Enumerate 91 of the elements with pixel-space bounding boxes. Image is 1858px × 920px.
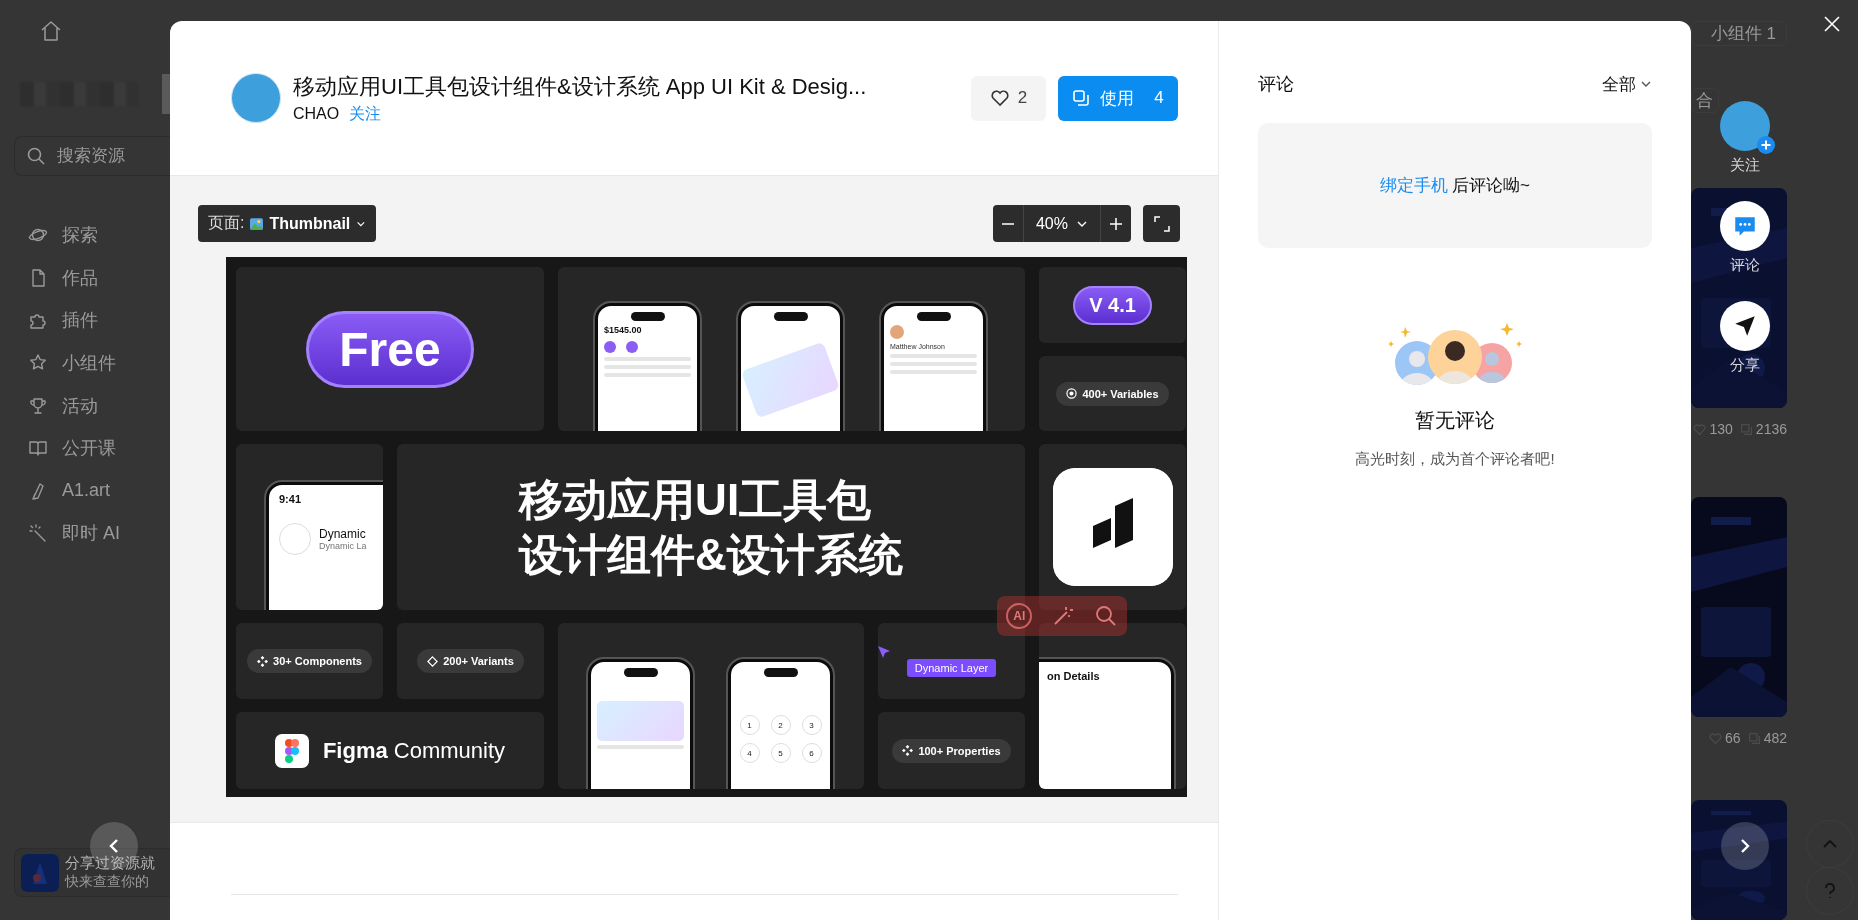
empty-hint: 高光时刻，成为首个评论者吧! [1355, 450, 1555, 469]
filter-dropdown[interactable]: 全部 [1602, 72, 1652, 96]
feature-pill: 100+ Properties [892, 738, 1011, 763]
profile-avatar [890, 325, 904, 339]
phone-notch [773, 312, 808, 321]
figma-logo-icon [274, 733, 309, 768]
cursor-icon [878, 645, 891, 659]
heart-icon [989, 88, 1010, 108]
brand-text: Figma Community [322, 737, 506, 764]
keypad-key: 1 [739, 715, 760, 735]
phone-notch [916, 312, 951, 321]
balance-text: $1545.00 [604, 325, 643, 335]
next-button[interactable] [1721, 822, 1769, 870]
close-icon[interactable] [1822, 14, 1842, 34]
free-badge: Free [306, 310, 474, 388]
item-subtitle: Dynamic La [319, 541, 367, 551]
search-icon [26, 146, 46, 166]
phone-notch [763, 668, 798, 677]
sidebar-item[interactable]: 活动 [14, 384, 170, 427]
like-count: 130 [1709, 421, 1733, 437]
layer-tag: Dynamic Layer [906, 659, 997, 677]
sidebar-item[interactable]: 即时 AI [14, 512, 170, 555]
copy-count: 482 [1763, 730, 1787, 746]
keypad-key: 6 [801, 743, 822, 763]
promo-icon [21, 853, 59, 892]
search-icon[interactable] [1093, 604, 1118, 628]
sidebar-item[interactable]: 插件 [14, 299, 170, 342]
action-dot [604, 341, 616, 353]
keypad-key: 5 [770, 743, 791, 763]
feature-pill: 400+ Variables [1056, 381, 1169, 406]
like-count: 66 [1725, 730, 1741, 746]
user-avatar[interactable] [1720, 101, 1770, 151]
use-button[interactable]: 使用 4 [1058, 75, 1178, 121]
phone-notch [630, 312, 665, 321]
wand-icon [28, 523, 48, 544]
action-label: 评论 [1730, 256, 1760, 275]
bind-phone-link[interactable]: 绑定手机 [1380, 174, 1449, 197]
trophy-icon [28, 395, 48, 416]
sidebar-item[interactable]: 小组件 [14, 341, 170, 385]
search-field[interactable]: 搜索资源 [14, 136, 170, 176]
sidebar-item[interactable]: A1.art [14, 469, 170, 513]
keypad-key: 4 [739, 743, 760, 763]
comments-title: 评论 [1258, 73, 1294, 96]
sidebar-item[interactable]: 公开课 [14, 426, 170, 470]
image-icon [250, 216, 264, 231]
widget-filter-button[interactable]: 小组件 1 [1691, 21, 1787, 46]
action-label: 分享 [1730, 356, 1760, 375]
status-time: 9:41 [279, 493, 303, 505]
book-icon [28, 438, 48, 459]
like-button[interactable]: 2 [971, 75, 1046, 121]
target-icon [1066, 388, 1078, 399]
component-icon [257, 655, 269, 667]
promo-title: 分享过资源就 [65, 854, 155, 873]
action-dot [626, 341, 638, 353]
author-name[interactable]: CHAO [293, 105, 340, 123]
feature-pill: 30+ Components [247, 649, 372, 673]
keypad-key: 2 [770, 715, 791, 735]
diamond-icon [427, 655, 439, 667]
sidebar-item[interactable]: 作品 [14, 256, 170, 300]
logo-block [162, 74, 170, 114]
fullscreen-button[interactable] [1143, 205, 1180, 242]
action-label: 关注 [1730, 156, 1760, 175]
copy-count: 2136 [1755, 421, 1787, 437]
sidebar-item[interactable]: 探索 [14, 214, 170, 257]
resource-title: 移动应用UI工具包设计组件&设计系统 App UI Kit & Desig... [293, 72, 868, 101]
plus-icon [1757, 136, 1775, 154]
author-avatar[interactable] [231, 73, 281, 123]
copy-icon [1739, 422, 1753, 436]
copy-icon [1072, 89, 1091, 107]
detail-title: on Details [1047, 670, 1101, 682]
phone-notch [623, 668, 658, 677]
item-title: Dynamic [319, 527, 367, 541]
keypad-key: 3 [801, 715, 822, 735]
component-icon [902, 745, 914, 756]
promo-subtitle: 快来查查你的 [65, 873, 150, 891]
home-icon[interactable] [40, 20, 62, 42]
version-badge: V 4.1 [1073, 285, 1152, 325]
bind-phone-prompt: 绑定手机 后评论呦~ [1380, 174, 1530, 197]
empty-title: 暂无评论 [1415, 408, 1495, 433]
ai-button[interactable]: AI [1006, 603, 1033, 629]
app-logo-icon [1052, 468, 1173, 586]
headline-text: 移动应用UI工具包 设计组件&设计系统 [519, 474, 903, 581]
copy-icon [1747, 731, 1761, 745]
promo-card[interactable]: 分享过资源就 快来查查你的 [14, 848, 170, 897]
page-dropdown[interactable]: 页面: Thumbnail [198, 205, 376, 242]
minus-icon [1000, 222, 1015, 225]
follow-link[interactable]: 关注 [349, 103, 382, 125]
feature-pill: 200+ Variants [417, 649, 524, 673]
plus-icon [1109, 216, 1123, 231]
expand-icon [1153, 215, 1170, 232]
zoom-dropdown[interactable]: 40% [1022, 205, 1101, 242]
